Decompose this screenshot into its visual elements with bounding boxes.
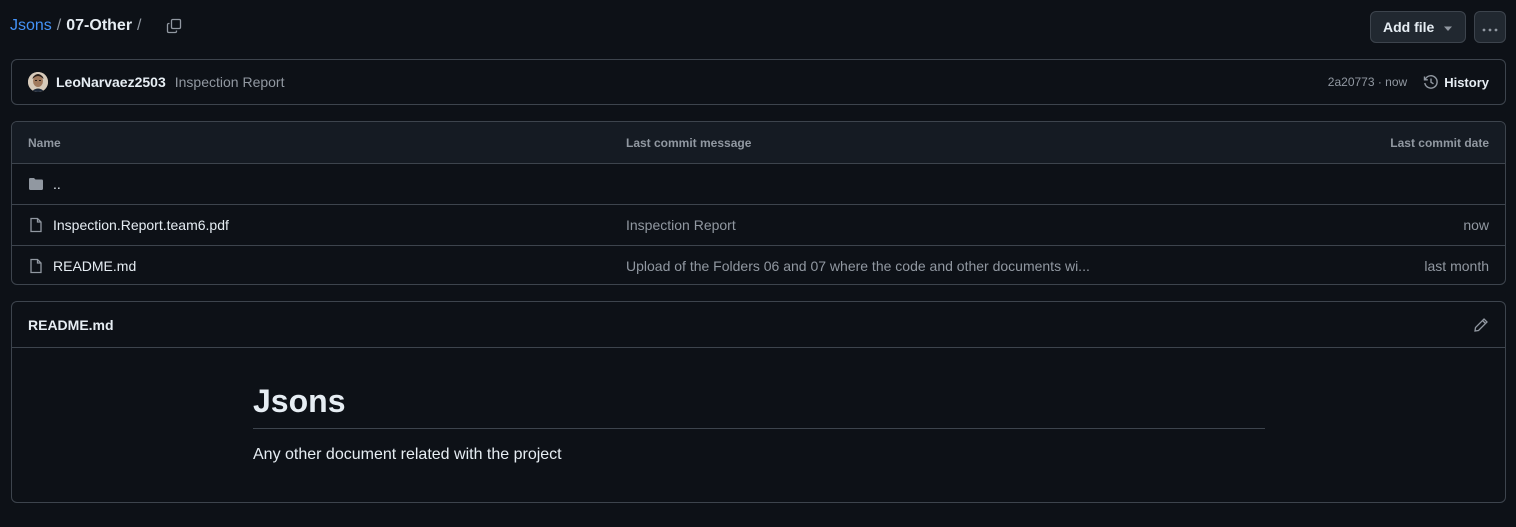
file-name-link[interactable]: README.md — [53, 258, 136, 274]
readme-panel: README.md Jsons Any other document relat… — [11, 301, 1506, 503]
table-header: Name Last commit message Last commit dat… — [12, 122, 1505, 164]
readme-content: Jsons Any other document related with th… — [253, 382, 1265, 464]
latest-commit-bar: LeoNarvaez2503 Inspection Report 2a20773… — [11, 59, 1506, 105]
readme-heading: Jsons — [253, 382, 1265, 430]
history-icon — [1424, 75, 1438, 89]
breadcrumb-current-folder: 07-Other — [66, 17, 133, 34]
table-row[interactable]: README.md Upload of the Folders 06 and 0… — [12, 246, 1505, 284]
add-file-label: Add file — [1383, 19, 1435, 35]
file-table: Name Last commit message Last commit dat… — [11, 121, 1506, 285]
commit-hash-time[interactable]: 2a20773 · now — [1328, 75, 1407, 89]
add-file-button[interactable]: Add file — [1370, 11, 1466, 43]
table-row[interactable]: Inspection.Report.team6.pdf Inspection R… — [12, 205, 1505, 246]
file-commit-message[interactable]: Upload of the Folders 06 and 07 where th… — [626, 258, 1090, 274]
pencil-icon[interactable] — [1473, 317, 1489, 333]
file-commit-date: now — [1463, 217, 1489, 233]
history-button[interactable]: History — [1423, 74, 1489, 90]
avatar[interactable] — [28, 72, 48, 92]
column-header-date: Last commit date — [1390, 135, 1489, 150]
breadcrumb-separator: / — [137, 17, 142, 34]
file-icon — [30, 217, 42, 233]
column-header-name: Name — [28, 135, 61, 150]
commit-message[interactable]: Inspection Report — [175, 74, 285, 90]
more-options-button[interactable] — [1474, 11, 1506, 43]
parent-directory-link[interactable]: .. — [53, 176, 61, 192]
history-label: History — [1444, 74, 1489, 90]
file-commit-date: last month — [1424, 258, 1489, 274]
folder-icon — [29, 178, 43, 190]
readme-title-link[interactable]: README.md — [28, 317, 114, 333]
breadcrumb-separator: / — [56, 17, 62, 34]
file-commit-message[interactable]: Inspection Report — [626, 217, 736, 233]
table-row-parent[interactable]: .. — [12, 164, 1505, 205]
file-name-link[interactable]: Inspection.Report.team6.pdf — [53, 217, 229, 233]
breadcrumb: Jsons / 07-Other / — [10, 15, 185, 37]
readme-header: README.md — [12, 302, 1505, 348]
file-icon — [30, 258, 42, 274]
breadcrumb-repo-link[interactable]: Jsons — [10, 17, 52, 35]
commit-meta: 2a20773 · now History — [1328, 74, 1489, 90]
copy-path-icon[interactable] — [163, 15, 185, 37]
readme-paragraph: Any other document related with the proj… — [253, 446, 562, 464]
triangle-down-icon — [1443, 19, 1453, 35]
commit-author[interactable]: LeoNarvaez2503 — [56, 74, 166, 90]
column-header-message: Last commit message — [626, 135, 752, 150]
kebab-horizontal-icon — [1482, 19, 1498, 35]
